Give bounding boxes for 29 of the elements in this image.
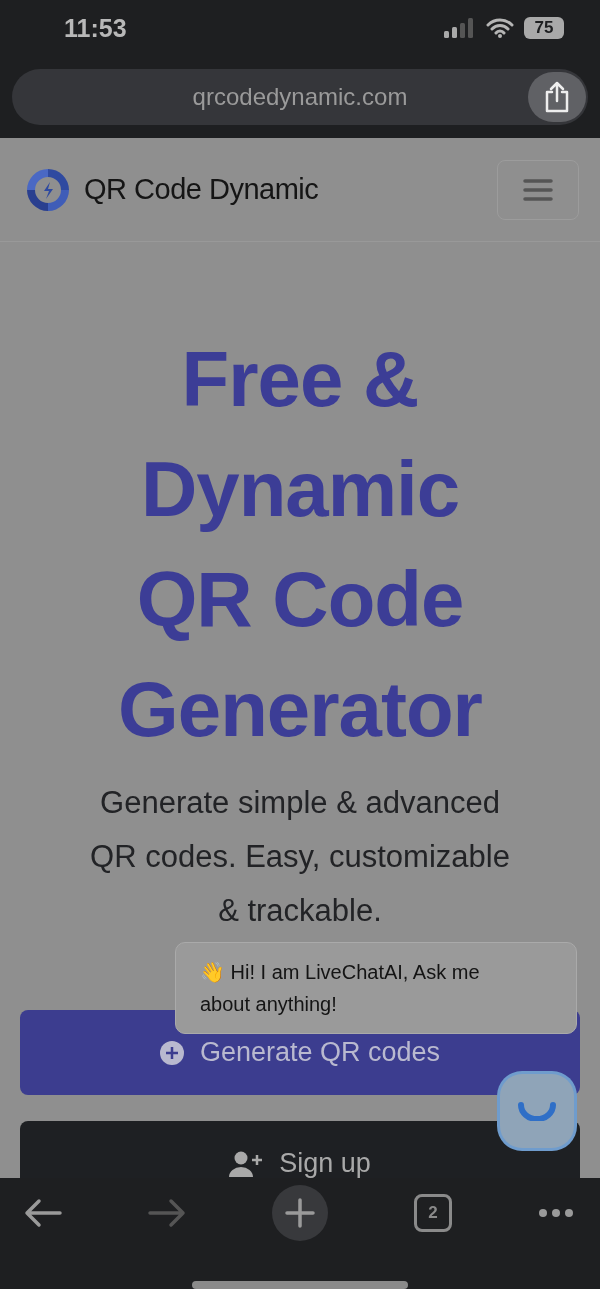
battery-level: 75 (524, 17, 564, 39)
forward-arrow-icon (148, 1197, 186, 1228)
signup-button[interactable]: Sign up (20, 1121, 580, 1178)
signal-icon (444, 18, 476, 38)
chat-tooltip: 👋 Hi! I am LiveChatAI, Ask me about anything! (175, 942, 577, 1034)
subtitle: Generate simple & advanced QR codes. Easy, customizable & trackable. (90, 784, 510, 930)
status-time: 11:53 (64, 13, 127, 43)
more-button[interactable] (538, 1207, 574, 1218)
headline-line: Free & (181, 334, 419, 425)
back-button[interactable] (24, 1197, 62, 1228)
smile-icon (517, 1101, 557, 1121)
share-button[interactable] (528, 72, 586, 122)
menu-icon (523, 177, 553, 202)
headline-line: Dynamic (140, 444, 460, 535)
wifi-icon (486, 18, 514, 38)
plus-icon (285, 1197, 315, 1228)
headline-line: QR Code (136, 554, 464, 645)
brand-name: QR Code Dynamic (84, 173, 319, 206)
more-icon (538, 1207, 574, 1218)
url-text: qrcodedynamic.com (192, 83, 408, 111)
share-icon (544, 81, 570, 113)
headline-line: Generator (118, 664, 482, 755)
menu-button[interactable] (497, 159, 579, 220)
address-bar[interactable]: qrcodedynamic.com (12, 69, 588, 125)
chat-avatar-button[interactable] (500, 1074, 574, 1148)
tabs-button[interactable]: 2 (414, 1193, 452, 1232)
back-arrow-icon (24, 1197, 62, 1228)
plus-circle-icon (159, 1040, 184, 1065)
add-user-icon (229, 1149, 264, 1178)
